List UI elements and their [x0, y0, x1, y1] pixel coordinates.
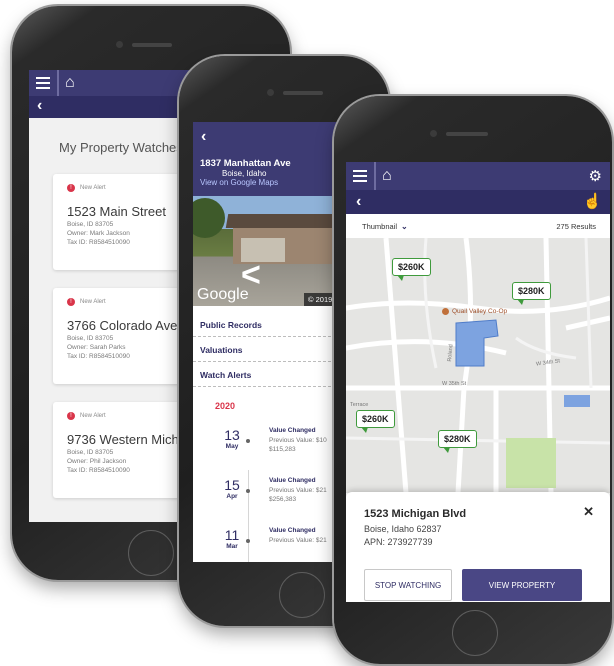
sub-header: ‹ ☝ [346, 190, 610, 214]
header-divider [57, 70, 59, 96]
camera [430, 130, 437, 137]
results-count: 275 Results [556, 221, 596, 231]
timeline-previous: Previous Value: $21 [269, 487, 327, 494]
back-icon[interactable]: ‹ [201, 128, 206, 146]
map-screen: ⌂ ⚙ ‹ ☝ Thumbnail ⌄ 275 Results Quail Va… [346, 162, 610, 602]
app-header: ⌂ ⚙ [346, 162, 610, 190]
speaker [132, 43, 172, 47]
timeline-event: Value Changed [269, 527, 316, 534]
timeline-value: $256,383 [269, 496, 297, 503]
map-view[interactable]: Quail Valley Co-Op W 34th St W 35th St T… [346, 238, 610, 493]
street-label: Terrace [350, 402, 369, 408]
timeline-month: May [225, 443, 239, 450]
timeline-month: Apr [226, 493, 238, 500]
timeline-previous: Previous Value: $21 [269, 537, 327, 544]
stop-watching-button[interactable]: STOP WATCHING [364, 569, 452, 601]
timeline-event: Value Changed [269, 427, 316, 434]
camera [116, 41, 123, 48]
home-button[interactable] [452, 610, 498, 656]
timeline-event: Value Changed [269, 477, 316, 484]
alert-icon: ! [67, 412, 75, 420]
results-toolbar: Thumbnail ⌄ 275 Results [346, 214, 610, 238]
timeline-dot [246, 439, 250, 443]
timeline-month: Mar [226, 543, 238, 550]
preview-apn: APN: 273927739 [364, 537, 433, 547]
poi-label: Quail Valley Co-Op [442, 308, 507, 315]
back-icon[interactable]: ‹ [356, 193, 361, 211]
timeline-day: 13 [224, 427, 240, 443]
tap-icon[interactable]: ☝ [583, 192, 602, 210]
back-icon[interactable]: ‹ [37, 97, 42, 115]
price-pin[interactable]: $260K [356, 410, 395, 433]
price-pin[interactable]: $260K [392, 258, 431, 281]
phone-map-search: ⌂ ⚙ ‹ ☝ Thumbnail ⌄ 275 Results Quail Va… [334, 96, 612, 664]
timeline-dot [246, 539, 250, 543]
view-mode-select[interactable]: Thumbnail ⌄ [362, 222, 408, 231]
speaker [283, 91, 323, 95]
timeline-day: 15 [224, 477, 240, 493]
timeline-value: $115,283 [269, 446, 296, 453]
view-property-button[interactable]: VIEW PROPERTY [462, 569, 582, 601]
street-label: W 35th St [442, 381, 467, 387]
header-divider [374, 162, 376, 190]
close-icon[interactable]: ✕ [583, 504, 594, 520]
google-watermark: Google [197, 286, 249, 303]
preview-city: Boise, Idaho 62837 [364, 524, 442, 534]
alert-icon: ! [67, 184, 75, 192]
preview-address: 1523 Michigan Blvd [364, 508, 467, 520]
speaker [446, 132, 488, 136]
poi-icon [442, 308, 449, 315]
price-pin[interactable]: $280K [438, 430, 477, 453]
alert-label: New Alert [80, 299, 106, 305]
poi-name: Quail Valley Co-Op [452, 308, 508, 316]
home-icon[interactable]: ⌂ [382, 167, 392, 185]
map-streets [346, 238, 610, 493]
chevron-down-icon: ⌄ [401, 221, 408, 231]
tree [193, 198, 225, 238]
timeline-previous: Previous Value: $10 [269, 437, 327, 444]
price-pin[interactable]: $280K [512, 282, 551, 305]
menu-icon[interactable] [353, 170, 367, 182]
alert-label: New Alert [80, 413, 106, 419]
alert-label: New Alert [80, 185, 106, 191]
home-icon[interactable]: ⌂ [65, 74, 75, 92]
menu-icon[interactable] [36, 77, 50, 89]
view-mode-label: Thumbnail [362, 221, 398, 231]
alert-icon: ! [67, 298, 75, 306]
camera [267, 89, 274, 96]
property-preview-sheet: 1523 Michigan Blvd Boise, Idaho 62837 AP… [346, 492, 610, 602]
home-button[interactable] [279, 572, 325, 618]
timeline-day: 11 [224, 527, 240, 543]
gear-icon[interactable]: ⚙ [589, 167, 602, 185]
home-button[interactable] [128, 530, 174, 576]
timeline-dot [246, 489, 250, 493]
